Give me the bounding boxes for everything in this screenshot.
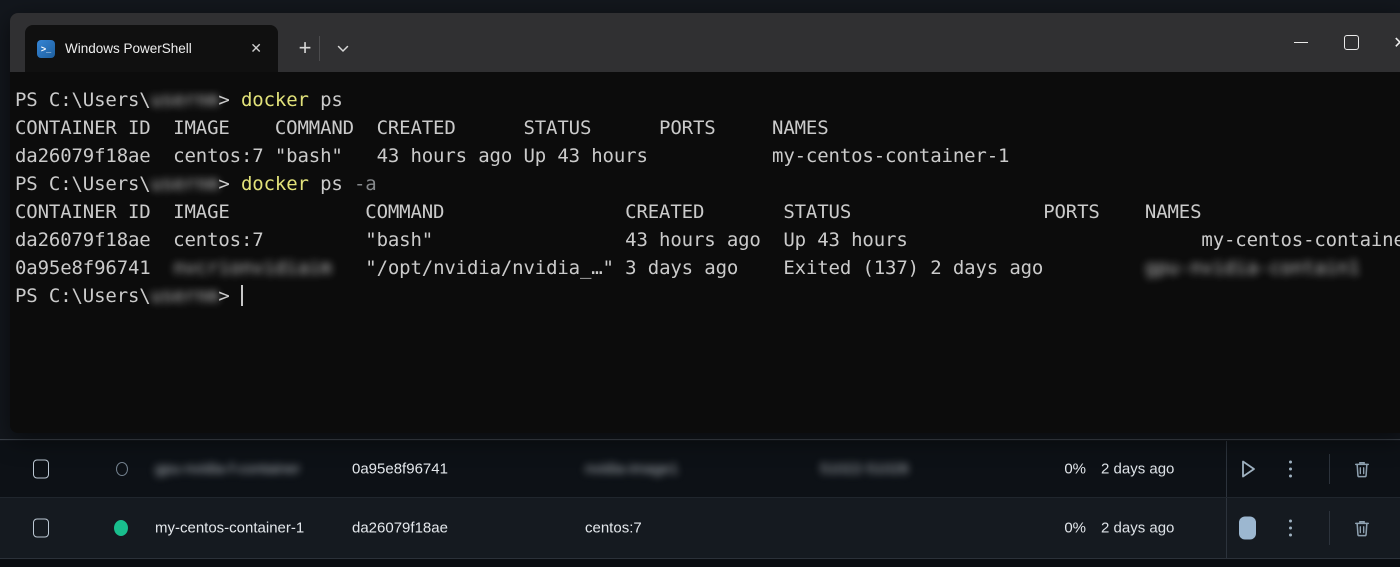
- container-name: my-centos-container-1: [155, 519, 305, 537]
- close-button[interactable]: ✕: [1378, 13, 1400, 72]
- stop-button[interactable]: [1239, 516, 1256, 540]
- chevron-down-icon: [337, 45, 349, 52]
- trash-icon: [1355, 521, 1369, 537]
- actions-divider: [1226, 441, 1227, 497]
- close-icon: ✕: [1393, 34, 1400, 52]
- row-menu-button[interactable]: [1289, 460, 1292, 478]
- trash-divider: [1329, 511, 1330, 545]
- row-checkbox[interactable]: [33, 518, 49, 538]
- terminal-output[interactable]: PS C:\Users\usernm> docker ps CONTAINER I…: [10, 72, 1400, 433]
- cpu-usage: 0%: [1064, 460, 1086, 478]
- screen: gpu-nvidia-f-container 0a95e8f96741 nvid…: [0, 0, 1400, 567]
- cpu-usage: 0%: [1064, 519, 1086, 537]
- status-stopped-icon: [116, 462, 128, 476]
- panel-bottom-strip: [0, 559, 1400, 567]
- tab-close-icon[interactable]: ✕: [246, 38, 266, 59]
- container-row-stopped[interactable]: gpu-nvidia-f-container 0a95e8f96741 nvid…: [0, 441, 1400, 498]
- last-started: 2 days ago: [1101, 460, 1175, 478]
- maximize-icon: [1343, 35, 1359, 50]
- delete-button[interactable]: [1352, 459, 1372, 480]
- container-row-running[interactable]: my-centos-container-1 da26079f18ae cento…: [0, 498, 1400, 559]
- row-menu-button[interactable]: [1289, 519, 1292, 537]
- delete-button[interactable]: [1352, 518, 1372, 539]
- trash-divider: [1329, 454, 1330, 484]
- container-name-redacted: gpu-nvidia-f-container: [155, 460, 301, 478]
- new-tab-button[interactable]: +: [288, 25, 322, 72]
- start-button[interactable]: [1238, 458, 1258, 480]
- tab-title: Windows PowerShell: [65, 41, 192, 56]
- minimize-button[interactable]: [1278, 13, 1324, 72]
- powershell-icon: >_: [37, 39, 55, 58]
- container-image-redacted: nvidia-image1: [585, 460, 679, 478]
- row-checkbox[interactable]: [33, 459, 49, 479]
- maximize-button[interactable]: [1328, 13, 1374, 72]
- last-started: 2 days ago: [1101, 519, 1175, 537]
- panel-top-divider: [0, 439, 1400, 440]
- terminal-titlebar[interactable]: >_ Windows PowerShell ✕ + ✕: [10, 13, 1400, 72]
- terminal-window: >_ Windows PowerShell ✕ + ✕ PS C:\Users\…: [10, 13, 1400, 433]
- tab-dropdown-button[interactable]: [328, 25, 358, 72]
- status-running-icon: [114, 520, 128, 536]
- tab-windows-powershell[interactable]: >_ Windows PowerShell ✕: [25, 25, 278, 72]
- actions-divider: [1226, 498, 1227, 558]
- container-ports-redacted: 51022-51028: [820, 460, 909, 478]
- play-icon: [1242, 460, 1255, 478]
- container-id: 0a95e8f96741: [352, 460, 448, 478]
- container-id: da26079f18ae: [352, 519, 448, 537]
- trash-icon: [1355, 462, 1369, 478]
- container-image: centos:7: [585, 519, 642, 537]
- minimize-icon: [1294, 41, 1308, 44]
- tabbar-divider: [319, 36, 320, 61]
